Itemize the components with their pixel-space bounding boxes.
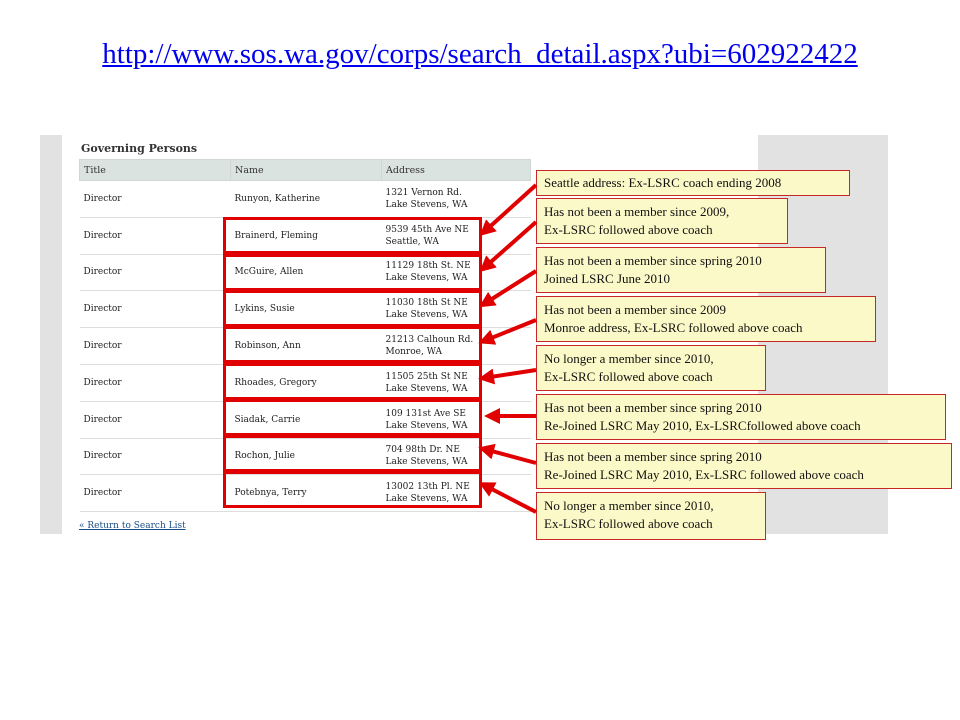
callout-arrow: [478, 269, 538, 308]
annotation-arrows: [478, 183, 538, 514]
callout-arrow: [478, 368, 537, 385]
callout-arrow: [479, 220, 538, 272]
callout-arrow: [478, 443, 537, 465]
callout-arrow: [478, 482, 537, 514]
callout-arrow: [478, 318, 537, 345]
callout-arrow: [479, 183, 538, 237]
